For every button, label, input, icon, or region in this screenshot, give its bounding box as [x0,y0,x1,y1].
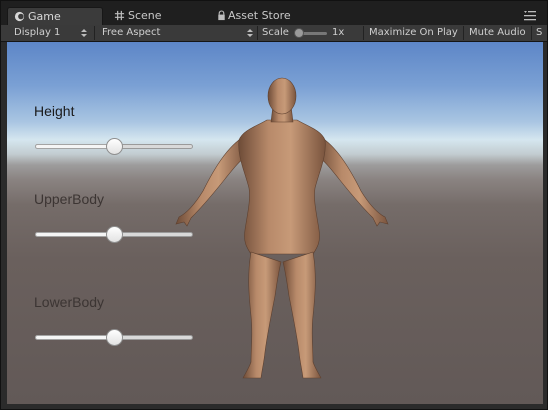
display-dropdown[interactable]: Display 1 [14,25,60,41]
toolbar-divider [94,26,95,40]
maximize-on-play-toggle[interactable]: Maximize On Play [369,25,458,41]
height-label: Height [34,103,75,119]
toolbar-divider [257,26,258,40]
display-dropdown-arrows-icon [81,29,87,37]
scale-slider-thumb[interactable] [294,28,304,38]
slider-thumb[interactable] [106,226,123,243]
tab-scene[interactable]: Scene [112,7,202,25]
game-view-toolbar: Display 1 Free Aspect Scale 1x Maximize … [1,25,547,42]
unity-logo-icon [14,11,25,22]
toolbar-divider [363,26,364,40]
stats-toggle[interactable]: S [536,25,542,41]
hamburger-menu-icon[interactable] [523,10,537,22]
tab-asset-store-label: Asset Store [228,9,291,22]
humanoid-character-model [175,77,389,379]
tab-game[interactable]: Game [7,7,103,25]
toolbar-divider [463,26,464,40]
tab-bar: Game Scene Asset Store [1,1,547,25]
slider-fill [35,232,114,237]
aspect-dropdown-arrows-icon [247,29,253,37]
unity-editor-window: Game Scene Asset Store Display 1 Free As… [0,0,548,410]
grid-icon [114,10,125,21]
lowerbody-label: LowerBody [34,294,105,310]
toolbar-divider [531,26,532,40]
mute-audio-toggle[interactable]: Mute Audio [469,25,526,41]
scale-value: 1x [332,27,345,38]
tab-scene-label: Scene [128,9,162,22]
slider-fill [35,335,114,340]
slider-thumb[interactable] [106,138,123,155]
slider-fill [35,144,114,149]
upperbody-label: UpperBody [34,191,105,207]
tab-asset-store[interactable]: Asset Store [214,7,324,25]
slider-thumb[interactable] [106,329,123,346]
game-viewport[interactable]: Height UpperBody LowerBody [7,42,543,404]
aspect-dropdown[interactable]: Free Aspect [102,25,160,41]
tab-game-label: Game [28,10,61,23]
scale-label: Scale [262,27,289,38]
lock-icon [218,10,225,21]
